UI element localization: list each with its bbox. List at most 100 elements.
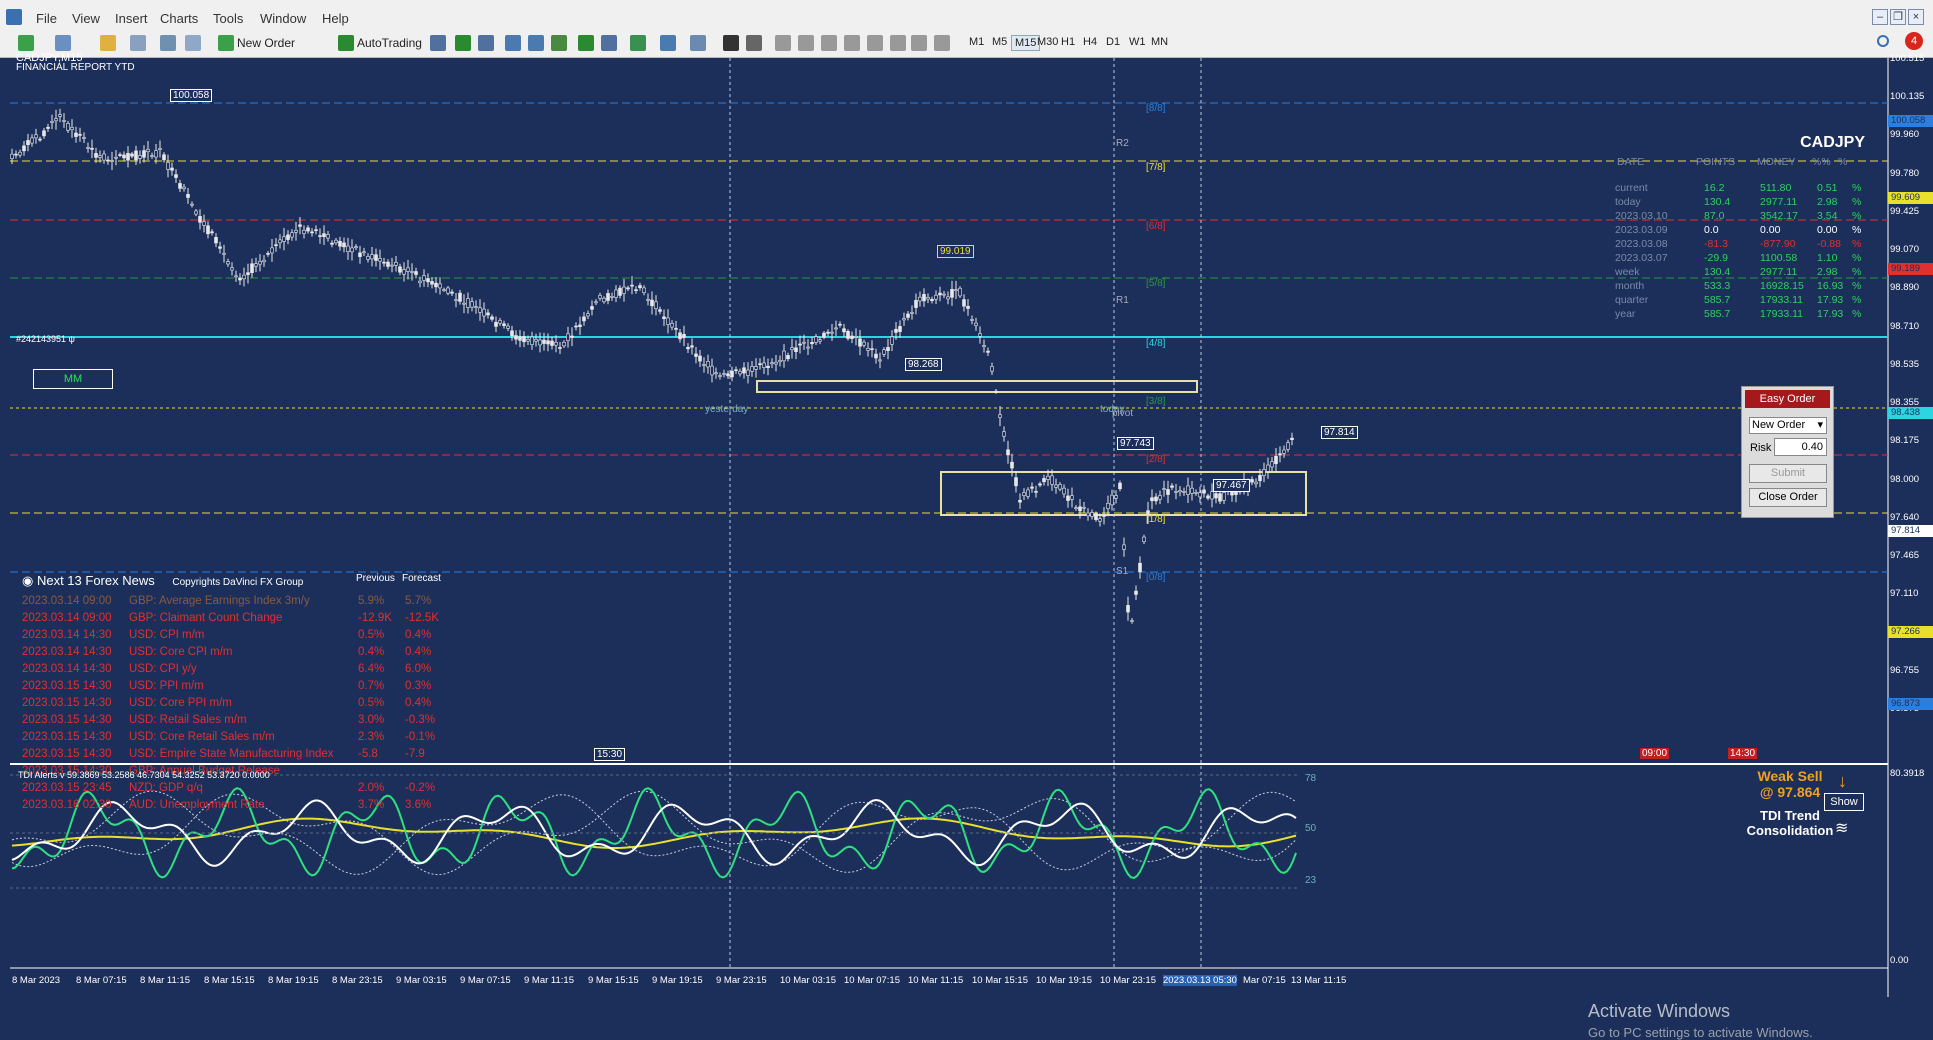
- autotrading-icon[interactable]: [338, 35, 354, 51]
- mm-button[interactable]: MM: [33, 369, 113, 389]
- candle-body: [1286, 442, 1290, 450]
- candle-body: [542, 339, 546, 344]
- templates-icon[interactable]: [690, 35, 706, 51]
- tf-m5[interactable]: M5: [989, 35, 1010, 49]
- menu-tools[interactable]: Tools: [213, 11, 243, 26]
- line-chart-icon[interactable]: [478, 35, 494, 51]
- tf-mn[interactable]: MN: [1148, 35, 1171, 49]
- candle-body: [410, 271, 414, 273]
- market-watch-icon[interactable]: [100, 35, 116, 51]
- autoscroll-icon[interactable]: [578, 35, 594, 51]
- cursor-icon[interactable]: [723, 35, 739, 51]
- candle-body: [298, 224, 302, 227]
- zoom-out-icon[interactable]: [528, 35, 544, 51]
- tf-m1[interactable]: M1: [966, 35, 987, 49]
- candle-body: [1258, 475, 1262, 482]
- candle-body: [958, 287, 962, 297]
- candle-body: [718, 375, 722, 377]
- candle-body: [966, 305, 970, 309]
- time-axis-tick: 10 Mar 03:15: [780, 975, 836, 986]
- price-label-97467: 97.467: [1213, 479, 1250, 492]
- candles-icon[interactable]: [455, 35, 471, 51]
- risk-label: Risk: [1750, 442, 1772, 454]
- crosshair-icon[interactable]: [746, 35, 762, 51]
- tdi-signal-panel: Weak Sell @ 97.864 TDI Trend Consolidati…: [1700, 768, 1880, 838]
- menu-insert[interactable]: Insert: [115, 11, 148, 26]
- horizontal-line-icon[interactable]: [798, 35, 814, 51]
- notification-badge[interactable]: 4: [1905, 32, 1923, 50]
- tile-windows-icon[interactable]: [551, 35, 567, 51]
- news-event: USD: Core Retail Sales m/m: [129, 731, 275, 743]
- bar-chart-icon[interactable]: [430, 35, 446, 51]
- time-marker-1530: 15:30: [594, 748, 626, 761]
- candle-body: [382, 261, 386, 264]
- terminal-icon[interactable]: [185, 35, 201, 51]
- candle-body: [134, 150, 138, 161]
- menu-charts[interactable]: Charts: [160, 11, 198, 26]
- close-icon[interactable]: ×: [1908, 9, 1924, 25]
- new-chart-icon[interactable]: [18, 35, 34, 51]
- candle-body: [1070, 495, 1074, 500]
- menu-view[interactable]: View: [72, 11, 100, 26]
- stats-points: 16.2: [1704, 182, 1725, 194]
- candle-body: [110, 160, 114, 162]
- tf-h1[interactable]: H1: [1058, 35, 1078, 49]
- price-axis-tick: 100.515: [1890, 53, 1925, 64]
- navigator-icon[interactable]: [160, 35, 176, 51]
- minimize-icon[interactable]: –: [1872, 9, 1888, 25]
- data-window-icon[interactable]: [130, 35, 146, 51]
- stats-points: 585.7: [1704, 308, 1731, 320]
- menu-window[interactable]: Window: [260, 11, 306, 26]
- fibonacci-icon[interactable]: [867, 35, 883, 51]
- chart-shift-icon[interactable]: [601, 35, 617, 51]
- candle-body: [1122, 544, 1126, 550]
- trendline-icon[interactable]: [821, 35, 837, 51]
- candle-body: [258, 261, 262, 265]
- new-order-button[interactable]: New Order: [237, 33, 295, 53]
- menu-file[interactable]: File: [36, 11, 57, 26]
- text-label-icon[interactable]: [911, 35, 927, 51]
- candle-body: [822, 332, 826, 338]
- tf-h4[interactable]: H4: [1080, 35, 1100, 49]
- candle-body: [1126, 605, 1130, 613]
- new-order-icon[interactable]: [218, 35, 234, 51]
- candle-body: [122, 154, 126, 159]
- indicators-icon[interactable]: [630, 35, 646, 51]
- candle-body: [782, 350, 786, 362]
- price-label-97743: 97.743: [1117, 437, 1154, 450]
- candle-body: [726, 373, 730, 377]
- close-order-button[interactable]: Close Order: [1749, 488, 1827, 507]
- stats-date: 2023.03.07: [1615, 252, 1668, 264]
- candle-body: [886, 347, 890, 351]
- chart-area[interactable]: CADJPY,M15 FINANCIAL REPORT YTD MM #2421…: [0, 52, 1933, 1040]
- tf-w1[interactable]: W1: [1126, 35, 1149, 49]
- periods-icon[interactable]: [660, 35, 676, 51]
- profiles-icon[interactable]: [55, 35, 71, 51]
- text-icon[interactable]: [890, 35, 906, 51]
- tf-d1[interactable]: D1: [1103, 35, 1123, 49]
- news-event: USD: Retail Sales m/m: [129, 714, 247, 726]
- vertical-line-icon[interactable]: [775, 35, 791, 51]
- risk-input[interactable]: 0.40: [1774, 438, 1827, 456]
- candle-body: [554, 341, 558, 346]
- menu-help[interactable]: Help: [322, 11, 349, 26]
- equidistant-channel-icon[interactable]: [844, 35, 860, 51]
- search-icon[interactable]: [1877, 35, 1889, 47]
- candle-body: [858, 338, 862, 347]
- arrows-icon[interactable]: [934, 35, 950, 51]
- zoom-in-icon[interactable]: [505, 35, 521, 51]
- candle-body: [1114, 495, 1118, 499]
- submit-button[interactable]: Submit: [1749, 464, 1827, 483]
- candle-body: [530, 336, 534, 345]
- candle-body: [94, 153, 98, 158]
- news-event: USD: Empire State Manufacturing Index: [129, 748, 334, 760]
- candle-body: [970, 319, 974, 321]
- price-axis-tick: 98.890: [1890, 282, 1920, 294]
- candle-body: [1010, 461, 1014, 469]
- signal-price: @ 97.864: [1759, 784, 1821, 800]
- candle-body: [1086, 512, 1090, 517]
- order-type-select[interactable]: New Order ▾: [1749, 417, 1827, 434]
- restore-icon[interactable]: ❐: [1890, 9, 1906, 25]
- candle-body: [634, 289, 638, 291]
- autotrading-button[interactable]: AutoTrading: [357, 33, 422, 53]
